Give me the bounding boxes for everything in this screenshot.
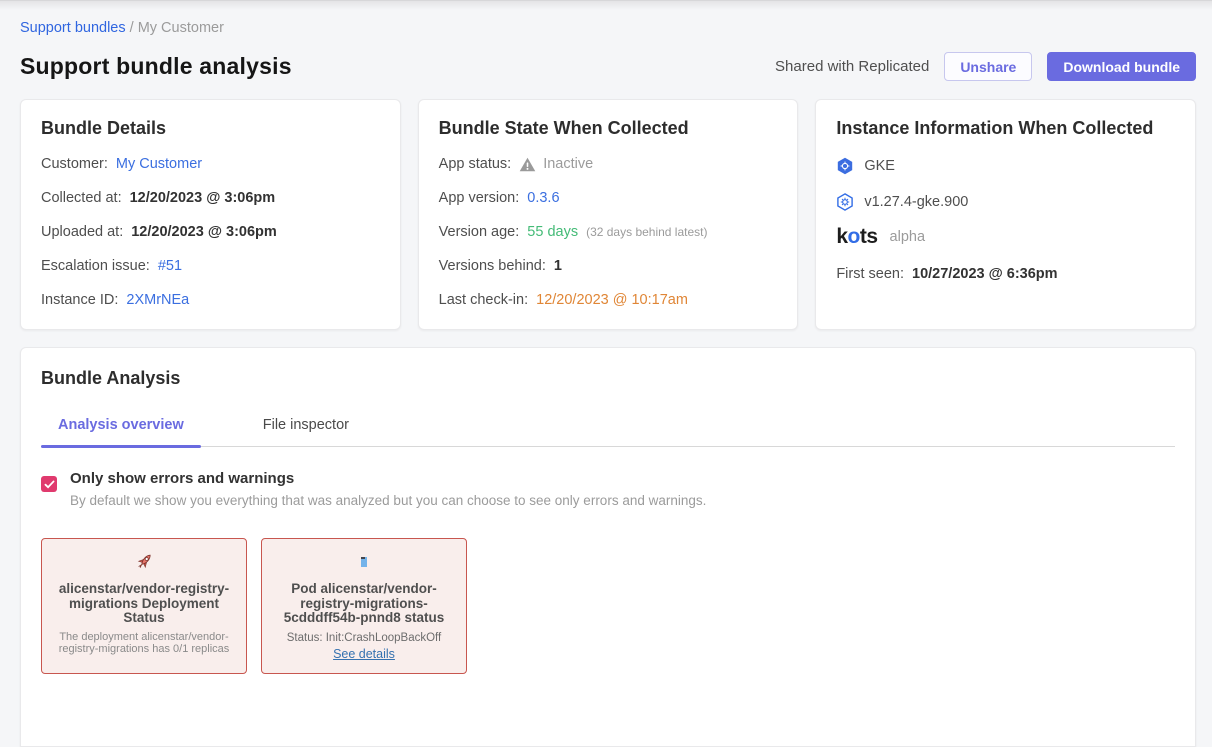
warning-icon — [519, 157, 536, 172]
versions-behind-label: Versions behind: — [439, 257, 546, 275]
deployment-status-result-detail: The deployment alicenstar/vendor-registr… — [52, 631, 236, 655]
errors-filter-row: Only show errors and warnings By default… — [41, 469, 1175, 508]
last-checkin-label: Last check-in: — [439, 291, 528, 309]
last-checkin-row: Last check-in: 12/20/2023 @ 10:17am — [439, 291, 778, 309]
pod-status-result-title: Pod alicenstar/vendor-registry-migration… — [272, 582, 456, 626]
rocket-icon — [52, 550, 236, 574]
breadcrumb: Support bundles / My Customer — [20, 20, 1196, 36]
collected-at-value: 12/20/2023 @ 3:06pm — [130, 189, 276, 207]
gke-icon — [836, 157, 854, 175]
app-status-label: App status: — [439, 155, 512, 173]
instance-id-link[interactable]: 2XMrNEa — [126, 291, 189, 309]
version-age-value: 55 days — [527, 223, 578, 241]
customer-row: Customer: My Customer — [41, 155, 380, 173]
version-age-note: (32 days behind latest) — [586, 223, 707, 241]
collected-at-label: Collected at: — [41, 189, 122, 207]
instance-info-title: Instance Information When Collected — [836, 118, 1175, 139]
bundle-analysis-panel: Bundle Analysis Analysis overview File i… — [20, 347, 1196, 747]
first-seen-value: 10/27/2023 @ 6:36pm — [912, 265, 1058, 283]
bundle-state-card: Bundle State When Collected App status: … — [418, 99, 799, 330]
breadcrumb-current: My Customer — [138, 20, 224, 36]
kots-logo-o: o — [848, 225, 860, 248]
header-actions: Shared with Replicated Unshare Download … — [775, 52, 1196, 81]
uploaded-at-label: Uploaded at: — [41, 223, 123, 241]
deployment-status-result-card: alicenstar/vendor-registry-migrations De… — [41, 538, 247, 674]
versions-behind-row: Versions behind: 1 — [439, 257, 778, 275]
unshare-button[interactable]: Unshare — [944, 52, 1032, 81]
k8s-version-value: v1.27.4-gke.900 — [864, 194, 968, 210]
versions-behind-value: 1 — [554, 257, 562, 275]
top-window-edge — [0, 0, 1212, 10]
pod-status-result-card: Pod alicenstar/vendor-registry-migration… — [261, 538, 467, 674]
first-seen-row: First seen: 10/27/2023 @ 6:36pm — [836, 265, 1175, 283]
version-age-label: Version age: — [439, 223, 520, 241]
tab-analysis-overview[interactable]: Analysis overview — [41, 417, 201, 446]
app-version-label: App version: — [439, 189, 520, 207]
app-status-value: Inactive — [543, 155, 593, 173]
kots-logo: kots — [836, 225, 877, 249]
breadcrumb-separator: / — [130, 20, 134, 36]
bundle-details-card: Bundle Details Customer: My Customer Col… — [20, 99, 401, 330]
bundle-details-title: Bundle Details — [41, 118, 380, 139]
kots-version-tag: alpha — [890, 229, 925, 245]
support-bundle-analysis-page: Support bundles / My Customer Support bu… — [0, 20, 1212, 747]
last-checkin-value: 12/20/2023 @ 10:17am — [536, 291, 688, 309]
shared-status-text: Shared with Replicated — [775, 58, 929, 75]
collected-at-row: Collected at: 12/20/2023 @ 3:06pm — [41, 189, 380, 207]
info-cards-row: Bundle Details Customer: My Customer Col… — [20, 99, 1196, 330]
kubernetes-icon — [836, 193, 854, 211]
errors-filter-text: Only show errors and warnings By default… — [70, 469, 706, 508]
broken-image-icon — [272, 550, 456, 574]
customer-label: Customer: — [41, 155, 108, 173]
kots-row: kots alpha — [836, 225, 1175, 249]
distribution-value: GKE — [864, 158, 895, 174]
uploaded-at-value: 12/20/2023 @ 3:06pm — [131, 223, 277, 241]
pod-status-result-detail: Status: Init:CrashLoopBackOff — [272, 632, 456, 644]
bundle-state-title: Bundle State When Collected — [439, 118, 778, 139]
app-version-link[interactable]: 0.3.6 — [527, 189, 559, 207]
escalation-issue-label: Escalation issue: — [41, 257, 150, 275]
uploaded-at-row: Uploaded at: 12/20/2023 @ 3:06pm — [41, 223, 380, 241]
instance-id-row: Instance ID: 2XMrNEa — [41, 291, 380, 309]
first-seen-label: First seen: — [836, 265, 904, 283]
version-age-row: Version age: 55 days (32 days behind lat… — [439, 223, 778, 241]
download-bundle-button[interactable]: Download bundle — [1047, 52, 1196, 81]
app-status-row: App status: Inactive — [439, 155, 778, 173]
see-details-link[interactable]: See details — [333, 647, 395, 661]
page-header: Support bundle analysis Shared with Repl… — [20, 52, 1196, 81]
customer-link[interactable]: My Customer — [116, 155, 202, 173]
errors-filter-description: By default we show you everything that w… — [70, 493, 706, 508]
k8s-version-row: v1.27.4-gke.900 — [836, 193, 1175, 211]
errors-filter-label: Only show errors and warnings — [70, 469, 706, 489]
distribution-row: GKE — [836, 157, 1175, 175]
breadcrumb-support-bundles-link[interactable]: Support bundles — [20, 20, 126, 36]
escalation-issue-row: Escalation issue: #51 — [41, 257, 380, 275]
app-version-row: App version: 0.3.6 — [439, 189, 778, 207]
instance-info-card: Instance Information When Collected GKE — [815, 99, 1196, 330]
tab-file-inspector[interactable]: File inspector — [246, 417, 366, 446]
checkmark-icon — [44, 480, 55, 489]
escalation-issue-link[interactable]: #51 — [158, 257, 182, 275]
only-errors-checkbox[interactable] — [41, 476, 57, 492]
instance-id-label: Instance ID: — [41, 291, 118, 309]
deployment-status-result-title: alicenstar/vendor-registry-migrations De… — [52, 582, 236, 626]
analyzer-results-row: alicenstar/vendor-registry-migrations De… — [41, 538, 1175, 674]
analysis-tabs: Analysis overview File inspector — [41, 417, 1175, 447]
bundle-analysis-title: Bundle Analysis — [41, 368, 1175, 389]
page-title: Support bundle analysis — [20, 53, 292, 80]
